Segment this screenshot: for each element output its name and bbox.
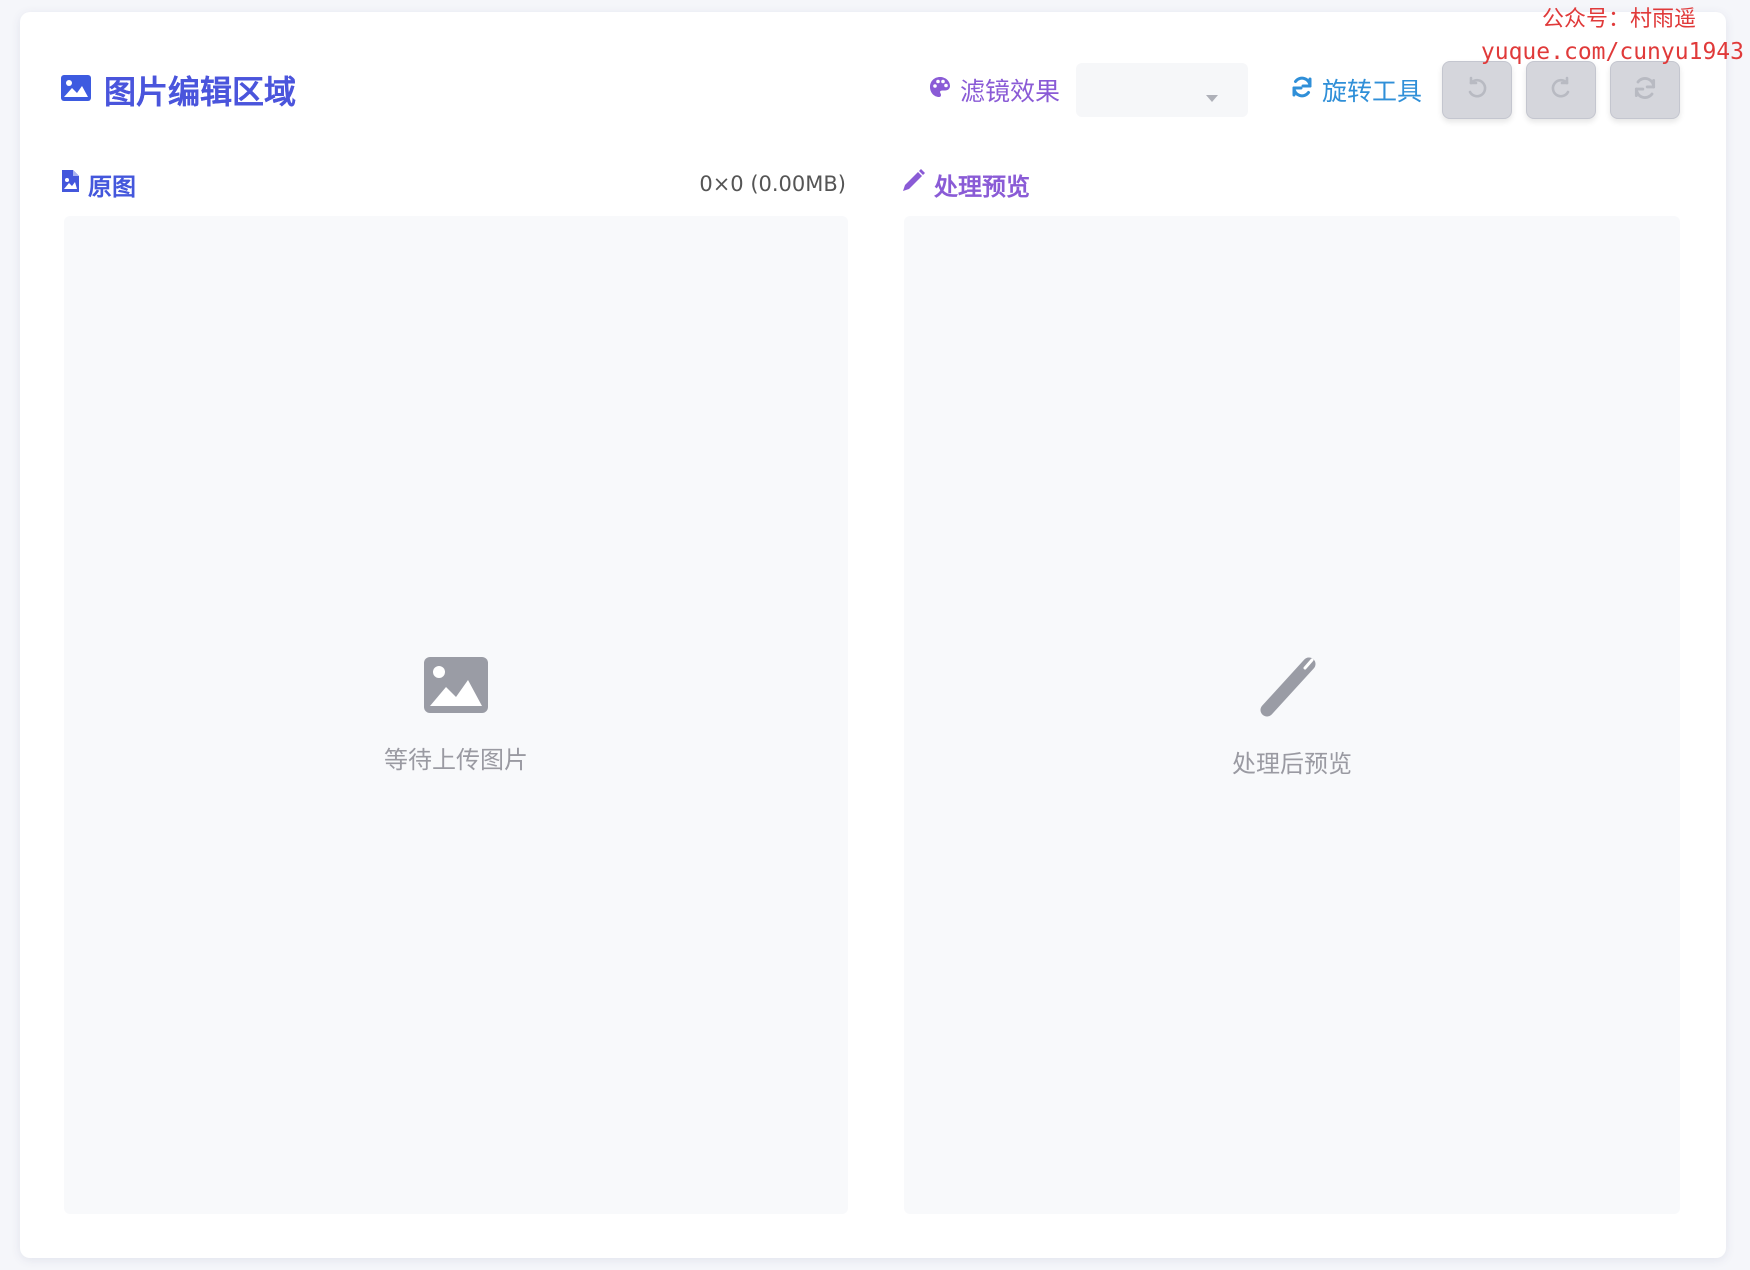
filter-label-text: 滤镜效果: [959, 77, 1060, 106]
rotate-left-icon: [1464, 75, 1490, 105]
reset-icon: [1632, 75, 1658, 105]
pen-icon: [900, 168, 926, 200]
magic-wand-icon: [1259, 652, 1325, 722]
editor-title: 图片编辑区域: [60, 67, 296, 113]
image-size-meta: 0×0 (0.00MB): [699, 172, 846, 196]
image-placeholder-icon: [423, 656, 489, 718]
original-title: 原图: [88, 172, 136, 201]
rotate-buttons: [1442, 61, 1680, 119]
preview-panel-header: 处理预览: [900, 166, 1680, 202]
image-icon: [60, 74, 92, 106]
filter-label: 滤镜效果: [928, 72, 1060, 108]
palette-icon: [928, 75, 952, 105]
filter-select[interactable]: [1075, 63, 1248, 117]
chevron-down-icon: [1205, 87, 1218, 106]
preview-title: 处理预览: [934, 172, 1030, 201]
rotate-left-button[interactable]: [1442, 61, 1512, 119]
file-image-icon: [60, 169, 80, 199]
editor-header: 图片编辑区域 滤镜效果 旋转工具: [60, 60, 1680, 120]
watermark-line2: yuque.com/cunyu1943: [1480, 39, 1744, 65]
sync-icon: [1290, 75, 1314, 105]
page-title: 图片编辑区域: [104, 67, 296, 113]
rotate-right-icon: [1548, 75, 1574, 105]
watermark: 公众号：村雨遥 yuque.com/cunyu1943: [1481, 4, 1744, 68]
original-image-area[interactable]: 等待上传图片: [64, 216, 848, 1214]
rotate-label-text: 旋转工具: [1321, 77, 1422, 106]
preview-image-area: 处理后预览: [904, 216, 1680, 1214]
rotate-label: 旋转工具: [1290, 72, 1422, 108]
reset-button[interactable]: [1610, 61, 1680, 119]
watermark-line1: 公众号：村雨遥: [1541, 7, 1696, 32]
rotate-right-button[interactable]: [1526, 61, 1596, 119]
preview-placeholder-text: 处理后预览: [1232, 749, 1352, 778]
original-placeholder-text: 等待上传图片: [384, 745, 528, 774]
original-panel-header: 原图 0×0 (0.00MB): [60, 166, 846, 202]
toolbar: 滤镜效果 旋转工具: [928, 61, 1680, 119]
